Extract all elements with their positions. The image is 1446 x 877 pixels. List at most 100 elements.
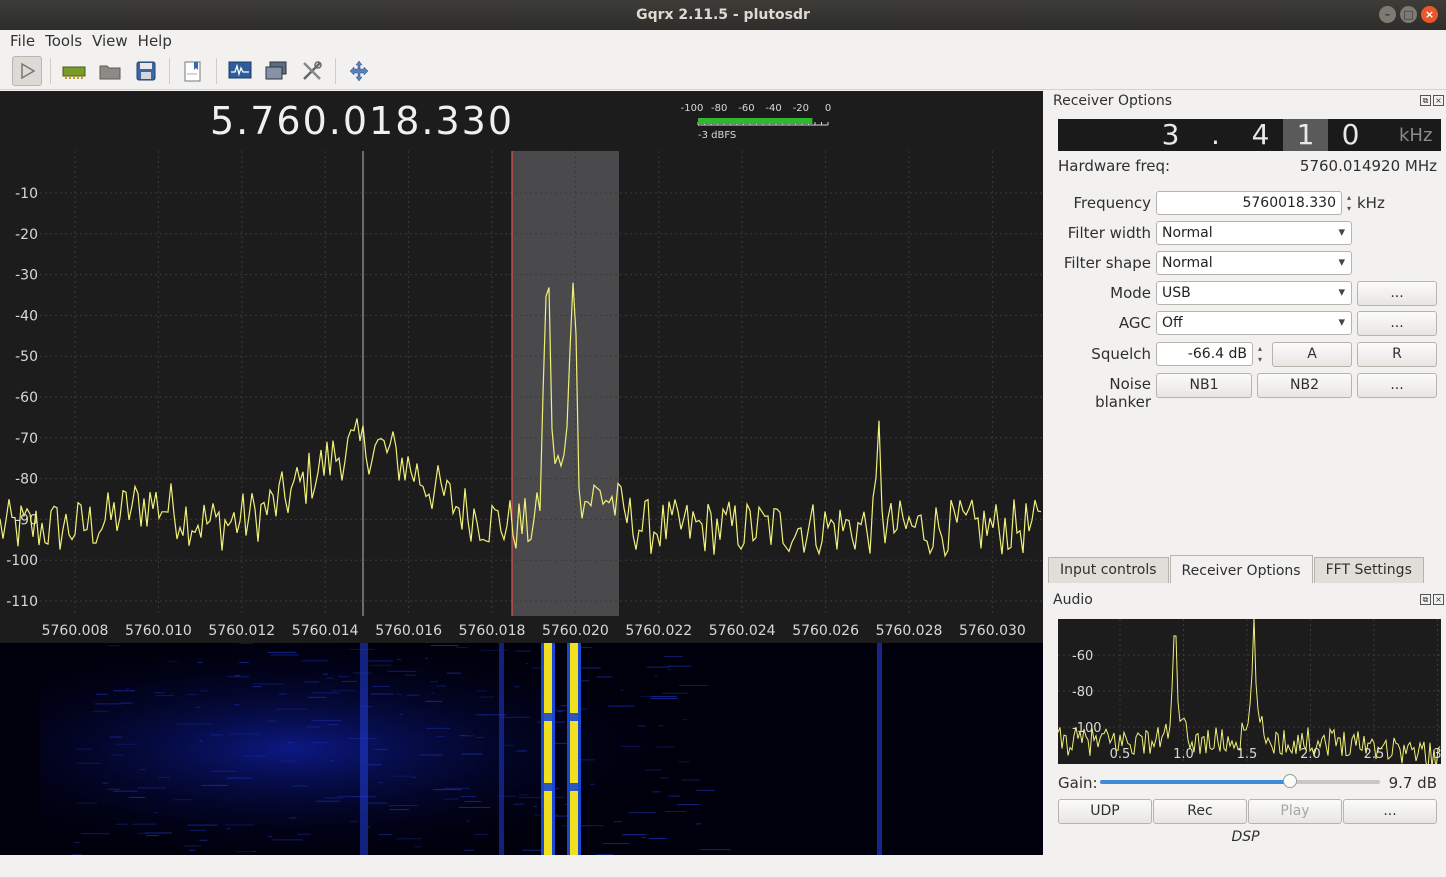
close-dock-button[interactable]: × <box>1433 594 1444 605</box>
offset-digit-selected[interactable]: 1 <box>1283 119 1328 151</box>
bookmarks-button[interactable] <box>178 56 208 86</box>
squelch-spinner[interactable]: ▴ ▾ <box>1254 343 1266 367</box>
waterfall-streak <box>251 851 256 853</box>
noise-blanker-options-button[interactable]: ... <box>1357 373 1437 398</box>
io-devices-button[interactable] <box>59 56 89 86</box>
waterfall-streak <box>153 692 166 694</box>
frequency-spinner[interactable]: ▴ ▾ <box>1343 192 1355 216</box>
waterfall-streak <box>144 832 173 834</box>
waterfall-streak <box>296 833 311 835</box>
waterfall-streak <box>121 702 133 704</box>
offset-digit[interactable]: 3 <box>1148 119 1193 151</box>
waterfall-streak <box>425 727 451 729</box>
filter-passband[interactable] <box>512 151 619 616</box>
waterfall-streak <box>419 754 443 756</box>
waterfall-streak <box>479 696 495 698</box>
start-dsp-button[interactable] <box>12 55 42 86</box>
waterfall-streak <box>237 851 251 853</box>
settings-tools-button[interactable] <box>297 56 327 86</box>
frequency-input[interactable]: 5760018.330 ▴ ▾ <box>1156 191 1351 215</box>
agc-options-button[interactable]: ... <box>1357 311 1437 336</box>
offset-digit: . <box>1211 118 1220 151</box>
fullscreen-button[interactable] <box>344 56 374 86</box>
waterfall-streak <box>350 820 359 822</box>
mode-combo[interactable]: USB <box>1156 281 1352 305</box>
waterfall-streak <box>516 750 527 752</box>
waterfall-streak <box>503 744 515 746</box>
audio-options-button[interactable]: ... <box>1343 799 1437 824</box>
close-dock-button[interactable]: × <box>1433 95 1444 106</box>
udp-button[interactable]: UDP <box>1058 799 1152 824</box>
offset-frequency-display[interactable]: 3 . 4 1 0 kHz <box>1058 119 1441 151</box>
waterfall-streak <box>211 770 236 772</box>
waterfall-signal-gap <box>541 783 555 791</box>
filter-width-combo[interactable]: Normal <box>1156 221 1352 245</box>
waterfall-streak <box>378 834 393 836</box>
spectrum-plot[interactable]: 5.760.018.330 -10 -20 -30 -40 -50 -60 -70 -80 -9… <box>0 91 1043 643</box>
frequency-input-value: 5760018.330 <box>1242 195 1336 211</box>
waterfall-display[interactable] <box>0 643 1043 855</box>
dock-fft-button[interactable] <box>225 56 255 86</box>
play-icon <box>21 62 36 79</box>
menu-help[interactable]: Help <box>134 30 176 52</box>
play-button[interactable]: Play <box>1248 799 1342 824</box>
squelch-auto-button[interactable]: A <box>1272 342 1352 367</box>
save-settings-button[interactable] <box>131 56 161 86</box>
y-tick-label: -80 <box>1072 685 1093 700</box>
waterfall-streak <box>637 725 646 727</box>
tab-fft-settings[interactable]: FFT Settings <box>1313 557 1424 583</box>
dsp-label: DSP <box>1231 829 1260 845</box>
float-dock-button[interactable]: ⧉ <box>1420 95 1431 106</box>
minimize-button[interactable]: – <box>1379 6 1396 23</box>
offset-digit[interactable]: 0 <box>1328 119 1373 151</box>
waterfall-streak <box>639 696 655 698</box>
waterfall-streak <box>137 787 167 789</box>
nb2-button[interactable]: NB2 <box>1257 373 1352 398</box>
waterfall-streak <box>680 779 701 781</box>
menu-bar: File Tools View Help <box>0 30 1446 52</box>
agc-combo[interactable]: Off <box>1156 311 1352 335</box>
offset-digit[interactable]: 4 <box>1238 119 1283 151</box>
record-button[interactable]: Rec <box>1153 799 1247 824</box>
waterfall-streak <box>109 736 123 738</box>
menu-file[interactable]: File <box>6 30 39 52</box>
waterfall-streak <box>628 812 656 814</box>
signal-meter-bar <box>698 118 813 124</box>
agc-label: AGC <box>1118 314 1151 332</box>
load-settings-button[interactable] <box>95 56 125 86</box>
mode-options-button[interactable]: ... <box>1357 281 1437 306</box>
menu-tools[interactable]: Tools <box>41 30 86 52</box>
waterfall-streak <box>200 690 208 692</box>
waterfall-streak <box>378 781 383 783</box>
waterfall-streak <box>95 693 108 695</box>
waterfall-streak <box>400 714 403 716</box>
gain-slider[interactable] <box>1100 774 1380 788</box>
close-button[interactable]: × <box>1421 6 1438 23</box>
filter-shape-combo[interactable]: Normal <box>1156 251 1352 275</box>
toolbar-separator <box>216 57 217 84</box>
waterfall-streak <box>267 651 297 653</box>
waterfall-streak <box>323 673 328 675</box>
float-dock-button[interactable]: ⧉ <box>1420 594 1431 605</box>
waterfall-streak <box>645 769 662 771</box>
remote-control-button[interactable] <box>261 56 291 86</box>
audio-fft-plot[interactable]: -60 -80 -100 0.5 1.0 1.5 2.0 2.5 3 <box>1058 619 1441 764</box>
waterfall-streak <box>208 723 213 725</box>
waterfall-streak <box>270 654 300 656</box>
nb1-button[interactable]: NB1 <box>1156 373 1252 398</box>
noise-blanker-label: Noise blanker <box>1095 375 1151 411</box>
waterfall-streak <box>602 843 630 845</box>
waterfall-streak <box>146 835 159 837</box>
waterfall-streak <box>464 800 482 802</box>
squelch-input[interactable]: -66.4 dB ▴ ▾ <box>1156 342 1262 366</box>
tab-input-controls[interactable]: Input controls <box>1048 557 1169 583</box>
y-tick-label: -100 <box>6 553 38 569</box>
squelch-reset-button[interactable]: R <box>1357 342 1437 367</box>
menu-view[interactable]: View <box>88 30 132 52</box>
waterfall-streak <box>461 753 483 755</box>
gain-slider-handle[interactable] <box>1283 774 1298 788</box>
waterfall-streak <box>226 777 252 779</box>
tab-receiver-options[interactable]: Receiver Options <box>1169 555 1313 583</box>
waterfall-streak <box>267 835 272 837</box>
maximize-button[interactable]: □ <box>1400 6 1417 23</box>
